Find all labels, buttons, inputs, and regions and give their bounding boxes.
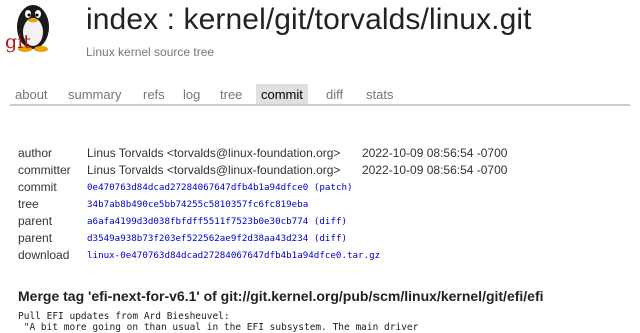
parent-row-2: parent d3549a938b73f203ef522562ae9f2d38a… — [0, 231, 640, 247]
tab-log[interactable]: log — [178, 86, 205, 103]
tab-commit[interactable]: commit — [256, 84, 308, 104]
commit-patch-link[interactable]: (patch) — [314, 182, 353, 193]
parent-label: parent — [18, 231, 53, 245]
parent-hash-link[interactable]: a6afa4199d3d038fbfdff5511f7523b0e30cb774 — [87, 216, 308, 227]
commit-subject: Merge tag 'efi-next-for-v6.1' of git://g… — [18, 288, 544, 304]
tab-refs[interactable]: refs — [138, 86, 170, 103]
commit-label: commit — [18, 180, 57, 194]
tab-tree[interactable]: tree — [215, 86, 247, 103]
parent-diff-link[interactable]: (diff) — [314, 216, 347, 227]
tree-hash-link[interactable]: 34b7ab8b490ce5bb74255c5810357fc6fc819eba — [87, 199, 308, 210]
committer-date: 2022-10-09 08:56:54 -0700 — [362, 163, 508, 177]
tab-summary[interactable]: summary — [63, 86, 126, 103]
tab-diff[interactable]: diff — [321, 86, 348, 103]
author-date: 2022-10-09 08:56:54 -0700 — [362, 146, 508, 160]
tab-stats[interactable]: stats — [361, 86, 398, 103]
committer-value: Linus Torvalds <torvalds@linux-foundatio… — [87, 163, 341, 177]
author-row: author Linus Torvalds <torvalds@linux-fo… — [0, 146, 640, 162]
parent-row-1: parent a6afa4199d3d038fbfdff5511f7523b0e… — [0, 214, 640, 230]
committer-row: committer Linus Torvalds <torvalds@linux… — [0, 163, 640, 179]
download-label: download — [18, 248, 70, 262]
download-group: linux-0e470763d84dcad27284067647dfb4b1a9… — [87, 250, 380, 261]
tab-about[interactable]: about — [10, 86, 53, 103]
commit-hash-link[interactable]: 0e470763d84dcad27284067647dfb4b1a94dfce0 — [87, 182, 308, 193]
tree-row: tree 34b7ab8b490ce5bb74255c5810357fc6fc8… — [0, 197, 640, 213]
tab-bar: about summary refs log tree commit diff … — [10, 84, 630, 106]
tree-label: tree — [18, 197, 39, 211]
parent-hash-link[interactable]: d3549a938b73f203ef522562ae9f2d38aa43d234 — [87, 233, 308, 244]
author-label: author — [18, 146, 53, 160]
parent-hash-group: a6afa4199d3d038fbfdff5511f7523b0e30cb774… — [87, 216, 347, 227]
parent-hash-group: d3549a938b73f203ef522562ae9f2d38aa43d234… — [87, 233, 347, 244]
tree-hash-group: 34b7ab8b490ce5bb74255c5810357fc6fc819eba — [87, 199, 308, 210]
logo-text: git — [5, 31, 31, 53]
cgit-logo[interactable]: git — [0, 0, 66, 58]
parent-label: parent — [18, 214, 53, 228]
download-row: download linux-0e470763d84dcad2728406764… — [0, 248, 640, 264]
repo-description: Linux kernel source tree — [86, 45, 215, 59]
download-link[interactable]: linux-0e470763d84dcad27284067647dfb4b1a9… — [87, 250, 380, 261]
page-title: index : kernel/git/torvalds/linux.git — [86, 3, 532, 36]
author-value: Linus Torvalds <torvalds@linux-foundatio… — [87, 146, 341, 160]
committer-label: committer — [18, 163, 71, 177]
commit-hash-group: 0e470763d84dcad27284067647dfb4b1a94dfce0… — [87, 182, 353, 193]
parent-diff-link[interactable]: (diff) — [314, 233, 347, 244]
commit-row: commit 0e470763d84dcad27284067647dfb4b1a… — [0, 180, 640, 196]
